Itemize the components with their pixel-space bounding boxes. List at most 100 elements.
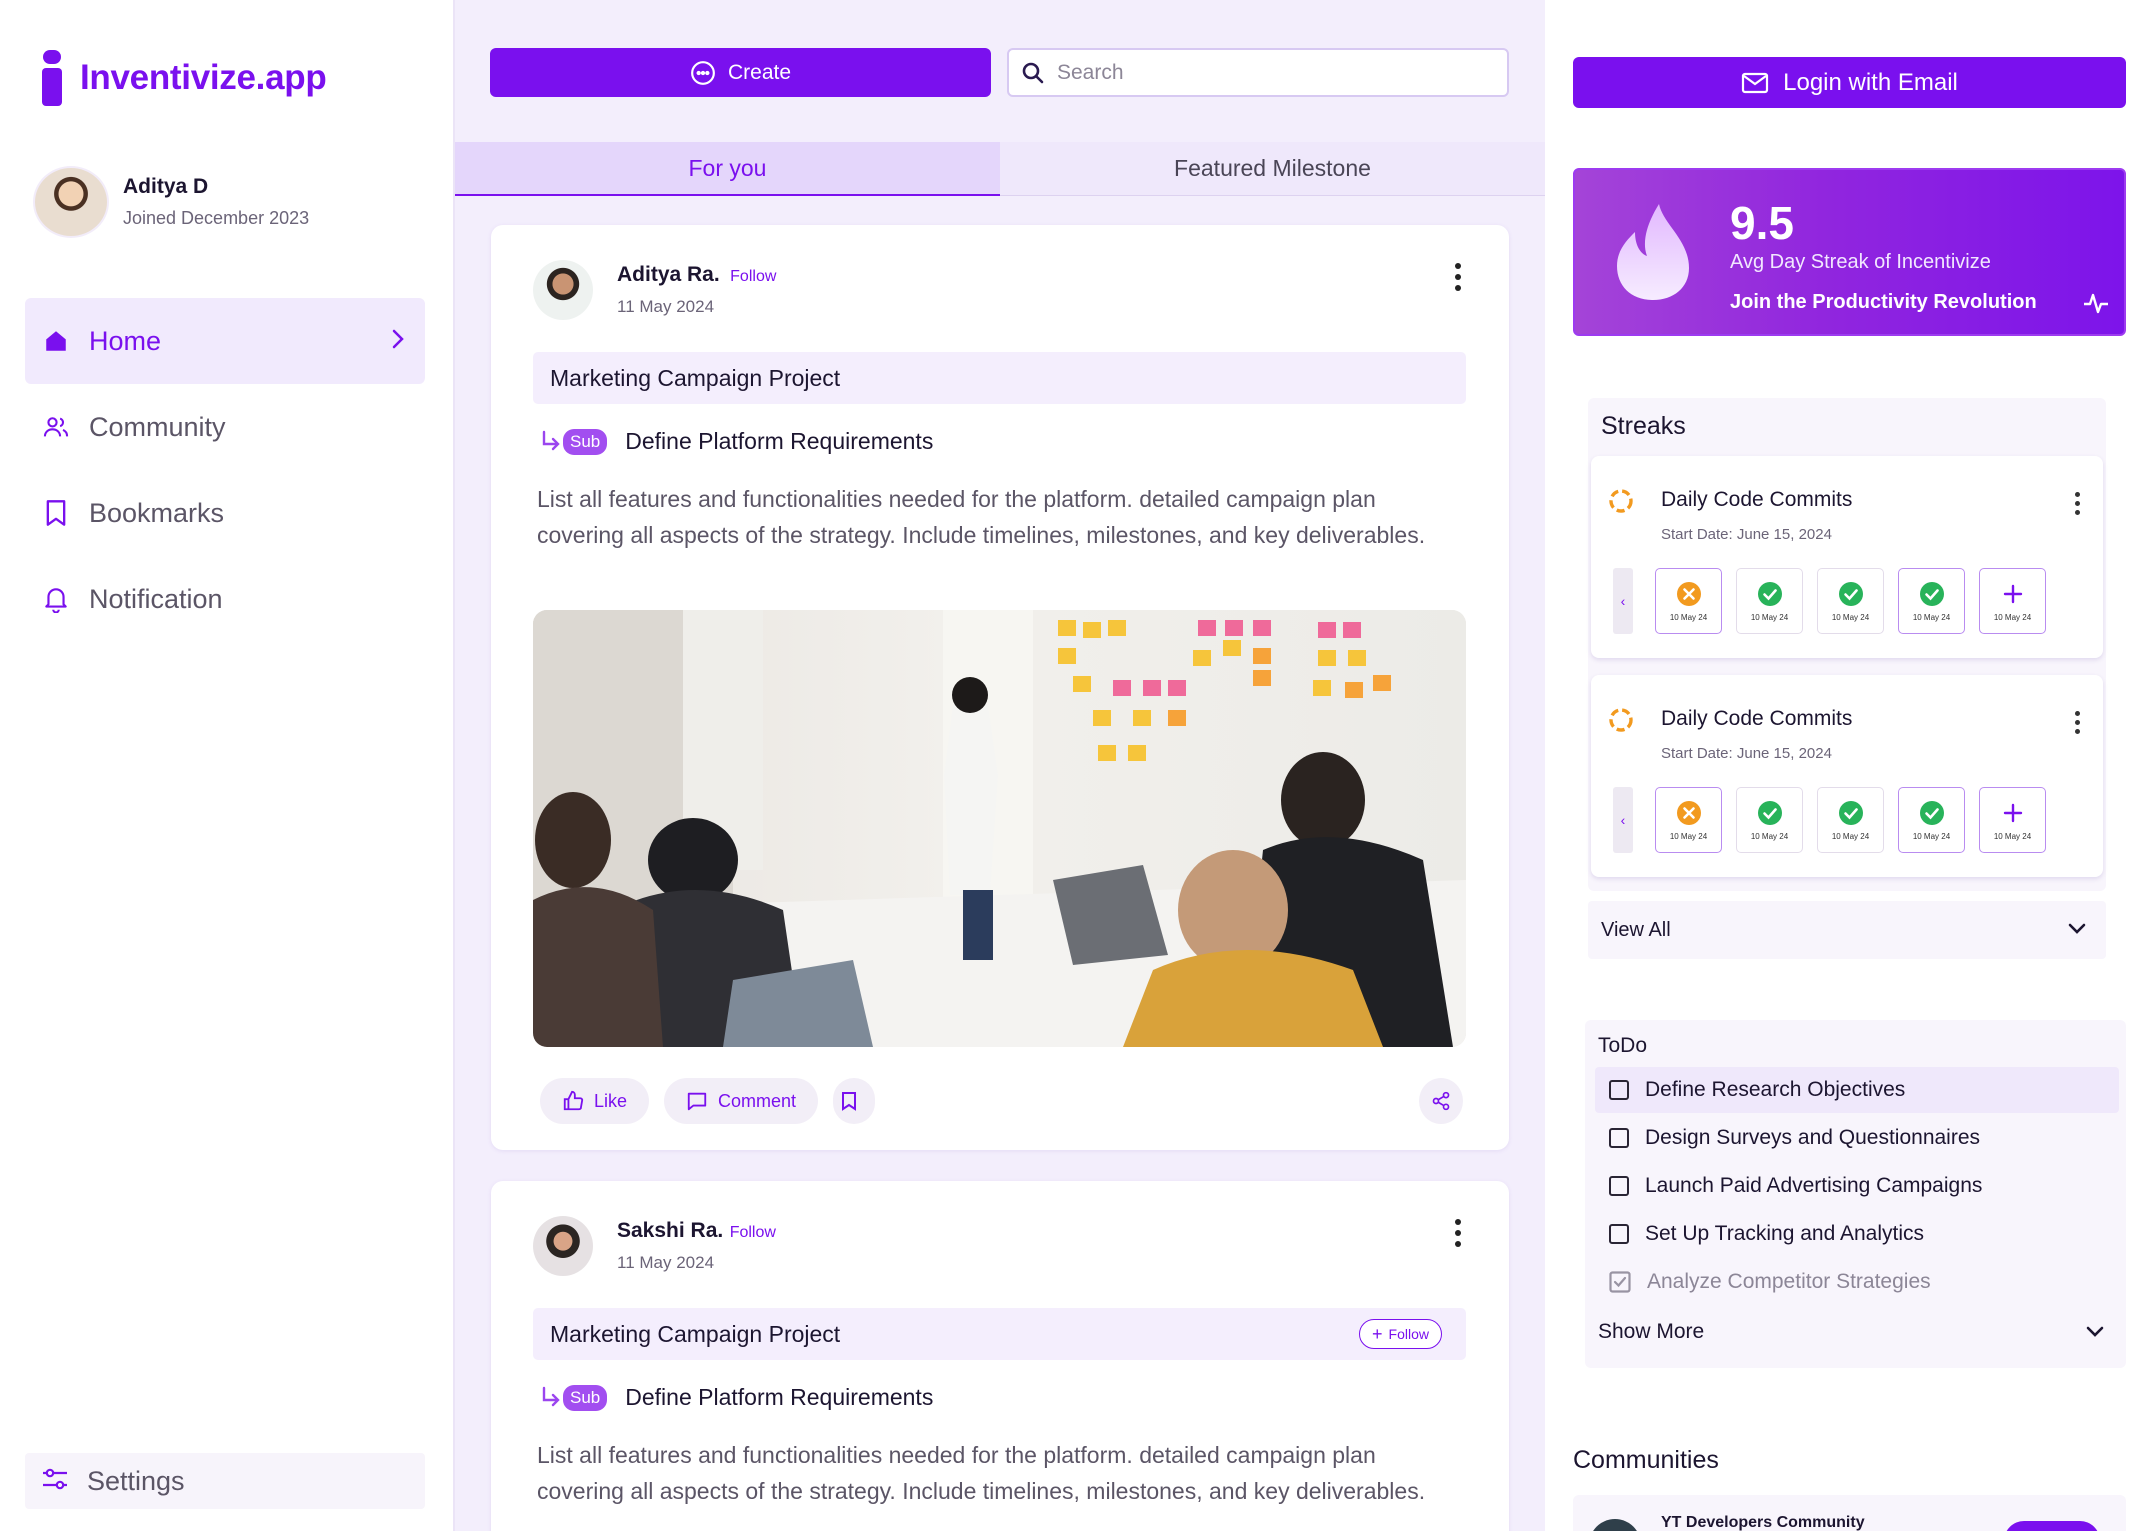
bookmark-icon bbox=[41, 498, 71, 528]
subtask-row: Sub Define Platform Requirements bbox=[541, 428, 933, 455]
share-button[interactable] bbox=[1419, 1078, 1463, 1124]
streak-day-add[interactable]: 10 May 24 bbox=[1979, 568, 2046, 634]
streak-start-date: Start Date: June 15, 2024 bbox=[1661, 745, 1832, 762]
day-label: 10 May 24 bbox=[1750, 612, 1789, 622]
streak-day[interactable]: 10 May 24 bbox=[1736, 787, 1803, 853]
streak-day[interactable]: 10 May 24 bbox=[1736, 568, 1803, 634]
prev-days-button[interactable]: ‹ bbox=[1613, 568, 1633, 634]
sliders-icon bbox=[41, 1466, 69, 1497]
bookmark-button[interactable] bbox=[833, 1078, 876, 1124]
community-item[interactable]: YT Developers Community bbox=[1573, 1495, 2126, 1531]
promo-subtitle: Avg Day Streak of Incentivize bbox=[1730, 251, 1991, 273]
like-button[interactable]: Like bbox=[540, 1078, 650, 1124]
day-label: 10 May 24 bbox=[1993, 831, 2032, 841]
more-options-icon[interactable] bbox=[1455, 263, 1463, 296]
day-label: 10 May 24 bbox=[1993, 612, 2032, 622]
avatar[interactable] bbox=[533, 1216, 593, 1276]
missed-icon bbox=[1676, 800, 1701, 825]
create-button[interactable]: Create bbox=[490, 48, 991, 97]
post-author[interactable]: Aditya Ra. bbox=[617, 263, 720, 286]
post-description: List all features and functionalities ne… bbox=[537, 1442, 1426, 1504]
project-title[interactable]: Marketing Campaign Project + Follow bbox=[533, 1308, 1466, 1360]
check-icon bbox=[1919, 800, 1944, 825]
sidebar-item-label: Community bbox=[89, 411, 226, 442]
todo-title: ToDo bbox=[1598, 1034, 1648, 1057]
checkbox[interactable] bbox=[1609, 1224, 1629, 1244]
subtask-arrow-icon bbox=[542, 1386, 560, 1406]
avatar[interactable] bbox=[533, 260, 593, 320]
streak-day[interactable]: 10 May 24 bbox=[1817, 568, 1884, 634]
streak-card: Daily Code Commits Start Date: June 15, … bbox=[1591, 456, 2103, 658]
todo-label: Launch Paid Advertising Campaigns bbox=[1645, 1174, 1983, 1197]
streak-day[interactable]: 10 May 24 bbox=[1655, 568, 1722, 634]
day-label: 10 May 24 bbox=[1750, 831, 1789, 841]
user-profile[interactable]: Aditya D Joined December 2023 bbox=[33, 166, 309, 238]
prev-days-button[interactable]: ‹ bbox=[1613, 787, 1633, 853]
streak-day[interactable]: 10 May 24 bbox=[1655, 787, 1722, 853]
join-community-button[interactable] bbox=[2004, 1521, 2100, 1531]
streak-day[interactable]: 10 May 24 bbox=[1898, 787, 1965, 853]
checkbox[interactable] bbox=[1609, 1080, 1629, 1100]
checkbox-checked-icon[interactable] bbox=[1609, 1271, 1631, 1293]
streak-start-date: Start Date: June 15, 2024 bbox=[1661, 526, 1832, 543]
checkbox[interactable] bbox=[1609, 1176, 1629, 1196]
plus-icon bbox=[2003, 803, 2022, 822]
show-more-button[interactable]: Show More bbox=[1598, 1320, 1704, 1344]
view-all-streaks-button[interactable]: View All bbox=[1588, 901, 2106, 959]
project-title[interactable]: Marketing Campaign Project bbox=[533, 352, 1466, 404]
todo-item[interactable]: Design Surveys and Questionnaires bbox=[1595, 1115, 2119, 1161]
more-options-icon[interactable] bbox=[2075, 492, 2081, 519]
streaks-title: Streaks bbox=[1601, 412, 1686, 440]
search-icon bbox=[1022, 62, 1044, 83]
more-options-icon[interactable] bbox=[1455, 1219, 1463, 1252]
missed-icon bbox=[1676, 581, 1701, 606]
todo-item[interactable]: Analyze Competitor Strategies bbox=[1595, 1259, 2119, 1305]
streak-day-add[interactable]: 10 May 24 bbox=[1979, 787, 2046, 853]
streak-day[interactable]: 10 May 24 bbox=[1817, 787, 1884, 853]
todo-item[interactable]: Launch Paid Advertising Campaigns bbox=[1595, 1163, 2119, 1209]
sidebar-item-label: Bookmarks bbox=[89, 497, 225, 528]
day-label: 10 May 24 bbox=[1912, 831, 1951, 841]
checkbox[interactable] bbox=[1609, 1128, 1629, 1148]
bell-icon bbox=[41, 584, 71, 614]
brand-mark-icon bbox=[42, 50, 62, 106]
promo-cta[interactable]: Join the Productivity Revolution bbox=[1730, 291, 2037, 314]
subtask-row: Sub Define Platform Requirements bbox=[541, 1384, 933, 1411]
todo-item[interactable]: Set Up Tracking and Analytics bbox=[1595, 1211, 2119, 1257]
streak-promo-banner[interactable]: 9.5 Avg Day Streak of Incentivize Join t… bbox=[1573, 168, 2126, 336]
feed-tabs: For you Featured Milestone bbox=[455, 142, 1545, 196]
todo-item[interactable]: Define Research Objectives bbox=[1595, 1067, 2119, 1113]
sidebar-item-home[interactable]: Home bbox=[25, 298, 425, 384]
day-label: 10 May 24 bbox=[1831, 831, 1870, 841]
follow-link[interactable]: Follow bbox=[730, 268, 776, 285]
day-label: 10 May 24 bbox=[1669, 612, 1708, 622]
more-options-icon[interactable] bbox=[2075, 711, 2081, 738]
sidebar-item-settings[interactable]: Settings bbox=[25, 1453, 425, 1509]
login-email-button[interactable]: Login with Email bbox=[1573, 57, 2126, 108]
post-image[interactable] bbox=[533, 610, 1466, 1047]
follow-project-button[interactable]: + Follow bbox=[1359, 1319, 1442, 1349]
search-box[interactable] bbox=[1007, 48, 1509, 97]
post-author[interactable]: Sakshi Ra. bbox=[617, 1219, 723, 1242]
avatar bbox=[33, 166, 109, 238]
check-icon bbox=[1838, 800, 1863, 825]
right-sidebar: Login with Email 9.5 Avg Day Streak of I… bbox=[1545, 0, 2155, 1531]
comment-button[interactable]: Comment bbox=[664, 1078, 819, 1124]
streak-day[interactable]: 10 May 24 bbox=[1898, 568, 1965, 634]
create-icon bbox=[691, 60, 715, 85]
check-icon bbox=[1838, 581, 1863, 606]
progress-ring-icon bbox=[1609, 708, 1633, 732]
sidebar-item-notification[interactable]: Notification bbox=[25, 556, 425, 642]
post-date: 11 May 2024 bbox=[617, 297, 715, 316]
sidebar-item-community[interactable]: Community bbox=[25, 384, 425, 470]
follow-link[interactable]: Follow bbox=[730, 1224, 776, 1241]
brand-logo[interactable]: Inventivize.app bbox=[42, 50, 327, 106]
tab-for-you[interactable]: For you bbox=[455, 142, 1000, 196]
sidebar-item-bookmarks[interactable]: Bookmarks bbox=[25, 470, 425, 556]
bookmark-icon bbox=[842, 1092, 857, 1111]
tab-featured-milestone[interactable]: Featured Milestone bbox=[1000, 142, 1545, 196]
search-input[interactable] bbox=[1057, 60, 1477, 85]
sidebar-item-label: Notification bbox=[89, 583, 223, 614]
todo-label: Design Surveys and Questionnaires bbox=[1645, 1126, 1981, 1149]
settings-label: Settings bbox=[87, 1465, 185, 1496]
